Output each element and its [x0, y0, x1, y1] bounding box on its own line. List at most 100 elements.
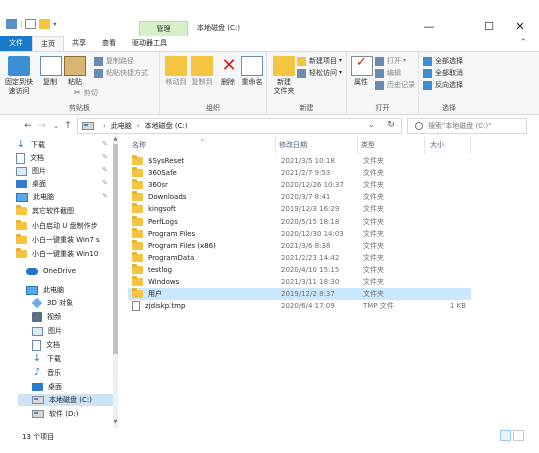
- nav-item-videos[interactable]: 视频: [32, 311, 114, 323]
- file-name: 360Safe: [148, 169, 177, 178]
- search-box[interactable]: 搜索"本地磁盘 (C:)": [407, 118, 527, 134]
- table-row[interactable]: Windows 2021/3/11 18:30 文件夹: [128, 276, 471, 288]
- customize-qa-icon[interactable]: ▾: [53, 21, 56, 28]
- column-divider[interactable]: [275, 136, 276, 154]
- nav-item-pictures[interactable]: 图片: [32, 325, 114, 337]
- tab-drive-tools[interactable]: 驱动器工具: [124, 36, 175, 51]
- maximize-button[interactable]: ☐: [474, 18, 504, 36]
- file-name-cell: testlog: [132, 263, 172, 276]
- up-button[interactable]: ↑: [62, 119, 74, 133]
- paste-shortcut-button[interactable]: 粘贴快捷方式: [94, 68, 148, 78]
- column-header-type[interactable]: 类型: [361, 136, 375, 154]
- rename-button[interactable]: 重命名: [240, 56, 264, 87]
- column-divider[interactable]: [357, 136, 358, 154]
- nav-item-local-disk-c[interactable]: 本地磁盘 (C:): [18, 394, 114, 406]
- file-name: 360sr: [148, 181, 168, 190]
- breadcrumb-this-pc[interactable]: 此电脑: [111, 121, 132, 131]
- table-row[interactable]: Program Files 2020/12/30 14:03 文件夹: [128, 227, 471, 240]
- folder-quick-icon[interactable]: [39, 19, 51, 29]
- minimize-button[interactable]: —: [414, 18, 444, 36]
- table-row[interactable]: testlog 2020/4/10 15:15 文件夹: [128, 263, 471, 276]
- table-row[interactable]: ProgramData 2021/2/23 14:42 文件夹: [128, 251, 471, 264]
- nav-item-music[interactable]: ♪ 音乐: [32, 367, 114, 379]
- properties-button[interactable]: 属性: [351, 56, 373, 87]
- move-to-button[interactable]: 移动到: [164, 56, 188, 87]
- pin-icon[interactable]: ✎: [102, 179, 108, 187]
- column-divider[interactable]: [470, 136, 471, 154]
- table-row[interactable]: Program Files (x86) 2021/3/6 8:38 文件夹: [128, 239, 471, 252]
- select-all-button[interactable]: 全部选择: [423, 56, 463, 66]
- properties-quick-icon[interactable]: [6, 19, 17, 29]
- file-explorer-window: | ▾ 管理 本地磁盘 (C:) — ☐ ✕ 文件 主页 共享 查看 驱动器工具…: [0, 0, 539, 453]
- nav-item-this-pc[interactable]: 此电脑: [26, 284, 114, 296]
- table-row[interactable]: 360Safe 2021/2/7 9:53 文件夹: [128, 167, 471, 179]
- column-header-size[interactable]: 大小: [430, 136, 444, 154]
- tab-view[interactable]: 查看: [94, 36, 124, 51]
- history-button[interactable]: 历史记录: [375, 80, 415, 90]
- nav-item-desktop-quick[interactable]: 桌面 ✎: [16, 178, 114, 190]
- address-bar[interactable]: › 此电脑 › 本地磁盘 (C:): [77, 118, 402, 134]
- nav-item-downloads-quick[interactable]: ↓ 下载 ✎: [16, 139, 114, 151]
- nav-item-downloads[interactable]: ↓ 下载: [32, 353, 114, 365]
- nav-item-3d-objects[interactable]: 3D 对象: [31, 297, 114, 309]
- pin-icon[interactable]: ✎: [102, 166, 108, 174]
- document-icon: [16, 152, 25, 164]
- table-row[interactable]: $SysReset 2021/3/5 10:18 文件夹: [128, 155, 471, 167]
- ribbon-collapse-icon[interactable]: ⌃: [519, 38, 527, 48]
- nav-item-pictures-quick[interactable]: 图片 ✎: [16, 165, 114, 177]
- tab-share[interactable]: 共享: [64, 36, 94, 51]
- easy-access-button[interactable]: 轻松访问 ▾: [297, 68, 342, 78]
- column-divider[interactable]: [424, 136, 425, 154]
- open-button[interactable]: 打开 ▾: [375, 56, 406, 66]
- large-icons-view-icon[interactable]: [513, 430, 524, 441]
- nav-item-folder[interactable]: 小白一键重装 Win7 s: [16, 234, 114, 246]
- nav-item-folder[interactable]: 小白一键重装 Win10: [16, 248, 114, 260]
- table-row[interactable]: 用户 2019/12/2 8:37 文件夹: [128, 288, 471, 301]
- nav-item-folder[interactable]: 小白启动 U 盘制作步: [16, 220, 114, 232]
- file-date: 2020/12/26 10:37: [281, 181, 344, 190]
- table-row[interactable]: PerfLogs 2020/5/15 18:18 文件夹: [128, 215, 471, 228]
- tab-file[interactable]: 文件: [0, 36, 32, 51]
- nav-item-documents-quick[interactable]: 文档 ✎: [16, 152, 114, 164]
- delete-button[interactable]: ✕ 删除: [218, 56, 238, 87]
- pin-icon[interactable]: ✎: [102, 140, 108, 148]
- tab-home[interactable]: 主页: [32, 36, 64, 51]
- nav-item-this-pc-quick[interactable]: 此电脑 ✎: [16, 191, 114, 203]
- nav-item-folder[interactable]: 其它软件截图: [16, 205, 114, 217]
- invert-selection-button[interactable]: 反向选择: [423, 80, 463, 90]
- refresh-icon[interactable]: ↻: [383, 118, 399, 132]
- nav-item-software-d[interactable]: 软件 (D:): [32, 408, 114, 420]
- copy-button[interactable]: 复制: [40, 56, 62, 87]
- table-row[interactable]: Downloads 2020/3/7 8:41 文件夹: [128, 191, 471, 203]
- breadcrumb-local-disk[interactable]: 本地磁盘 (C:): [145, 121, 188, 131]
- column-header-date[interactable]: 修改日期: [279, 136, 307, 154]
- manage-context-tab[interactable]: 管理: [139, 21, 188, 36]
- recent-locations-button[interactable]: ⌄: [50, 119, 62, 133]
- column-header-name[interactable]: 名称: [132, 136, 146, 154]
- paste-button[interactable]: 粘贴: [64, 56, 86, 87]
- table-row[interactable]: kingsoft 2019/12/3 16:29 文件夹: [128, 203, 471, 215]
- check-quick-icon[interactable]: [25, 19, 37, 29]
- address-dropdown-icon[interactable]: ⌄: [368, 120, 375, 129]
- file-type: 文件夹: [363, 181, 384, 190]
- pin-icon[interactable]: ✎: [102, 153, 108, 161]
- pin-icon[interactable]: ✎: [102, 192, 108, 200]
- select-none-button[interactable]: 全部取消: [423, 68, 463, 78]
- cut-button[interactable]: ✂ 剪切: [74, 88, 98, 98]
- back-button[interactable]: ←: [22, 119, 34, 133]
- nav-item-documents[interactable]: 文档: [32, 339, 114, 351]
- details-view-icon[interactable]: [500, 430, 511, 441]
- copy-path-button[interactable]: 复制路径: [94, 56, 134, 66]
- pin-quick-access-button[interactable]: 固定到快 速访问: [4, 56, 34, 96]
- close-button[interactable]: ✕: [505, 18, 535, 36]
- new-folder-button[interactable]: 新建 文件夹: [271, 56, 297, 96]
- forward-button[interactable]: →: [36, 119, 48, 133]
- nav-item-onedrive[interactable]: OneDrive: [26, 265, 114, 277]
- new-item-button[interactable]: 新建项目 ▾: [297, 56, 342, 66]
- table-row[interactable]: zjdiskp.tmp 2020/6/4 17:09 TMP 文件 1 KB: [128, 300, 471, 312]
- table-row[interactable]: 360sr 2020/12/26 10:37 文件夹: [128, 179, 471, 191]
- file-name: ProgramData: [148, 253, 195, 262]
- edit-button[interactable]: 编辑: [375, 68, 401, 78]
- copy-to-button[interactable]: 复制到: [190, 56, 214, 87]
- nav-item-desktop[interactable]: 桌面: [32, 381, 114, 393]
